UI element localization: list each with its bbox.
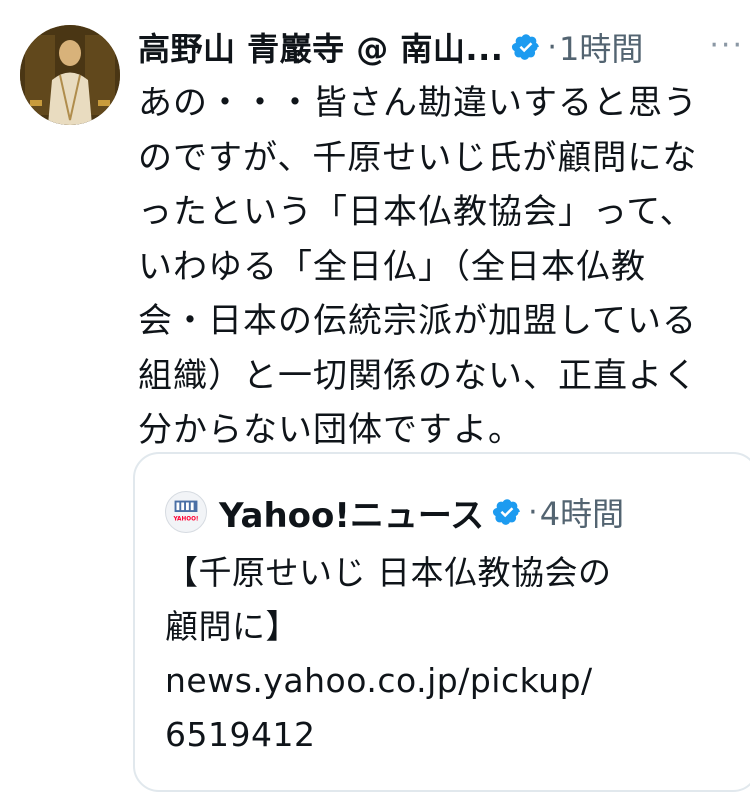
tweet-text-line: あの・・・皆さん勘違いすると思う — [138, 83, 698, 123]
more-options-icon[interactable]: ··· — [709, 28, 744, 63]
tweet-text-line: ったという「日本仏教協会」って、 — [138, 192, 695, 232]
tweet[interactable]: 高野山 青巖寺 @ 南山... · 1時間 ··· あの・・・皆さん勘違いすると… — [0, 0, 750, 792]
quoted-text-line: 【千原せいじ 日本仏教協会の — [165, 553, 612, 592]
tweet-text: あの・・・皆さん勘違いすると思う のですが、千原せいじ氏が顧問にな ったという「… — [138, 76, 738, 458]
verified-badge-icon — [492, 497, 522, 527]
separator-dot: · — [547, 29, 557, 65]
quoted-link[interactable]: news.yahoo.co.jp/pickup/ — [165, 654, 725, 708]
quoted-text-line: 顧問に】 — [165, 607, 299, 646]
quoted-tweet-header: YAHOO! Yahoo!ニュース · 4時間 — [165, 484, 624, 540]
tweet-time[interactable]: 1時間 — [559, 24, 643, 70]
quoted-link[interactable]: 6519412 — [165, 708, 725, 762]
quoted-tweet-card[interactable]: YAHOO! Yahoo!ニュース · 4時間 【千原せいじ 日本仏教協会の 顧… — [133, 452, 750, 792]
logo-text: YAHOO! — [172, 517, 198, 523]
avatar[interactable] — [20, 25, 120, 125]
tweet-text-line: 分からない団体ですよ。 — [138, 410, 523, 450]
tweet-header: 高野山 青巖寺 @ 南山... · 1時間 — [138, 22, 738, 72]
avatar-image — [20, 25, 120, 125]
yahoo-news-logo-icon[interactable]: YAHOO! — [165, 491, 207, 533]
verified-badge-icon — [511, 32, 541, 62]
quoted-tweet-text: 【千原せいじ 日本仏教協会の 顧問に】 news.yahoo.co.jp/pic… — [165, 546, 725, 762]
tweet-text-line: いわゆる「全日仏」（全日本仏教 — [138, 246, 646, 287]
quoted-author-name[interactable]: Yahoo!ニュース — [219, 488, 484, 537]
tweet-text-line: 組織）と一切関係のない、正直よく — [138, 355, 698, 396]
author-name[interactable]: 高野山 青巖寺 @ 南山... — [138, 24, 503, 70]
quoted-tweet-time[interactable]: 4時間 — [540, 489, 624, 535]
separator-dot: · — [528, 494, 538, 530]
tweet-text-line: のですが、千原せいじ氏が顧問にな — [138, 137, 698, 178]
tweet-text-line: 会・日本の伝統宗派が加盟している — [138, 301, 697, 341]
